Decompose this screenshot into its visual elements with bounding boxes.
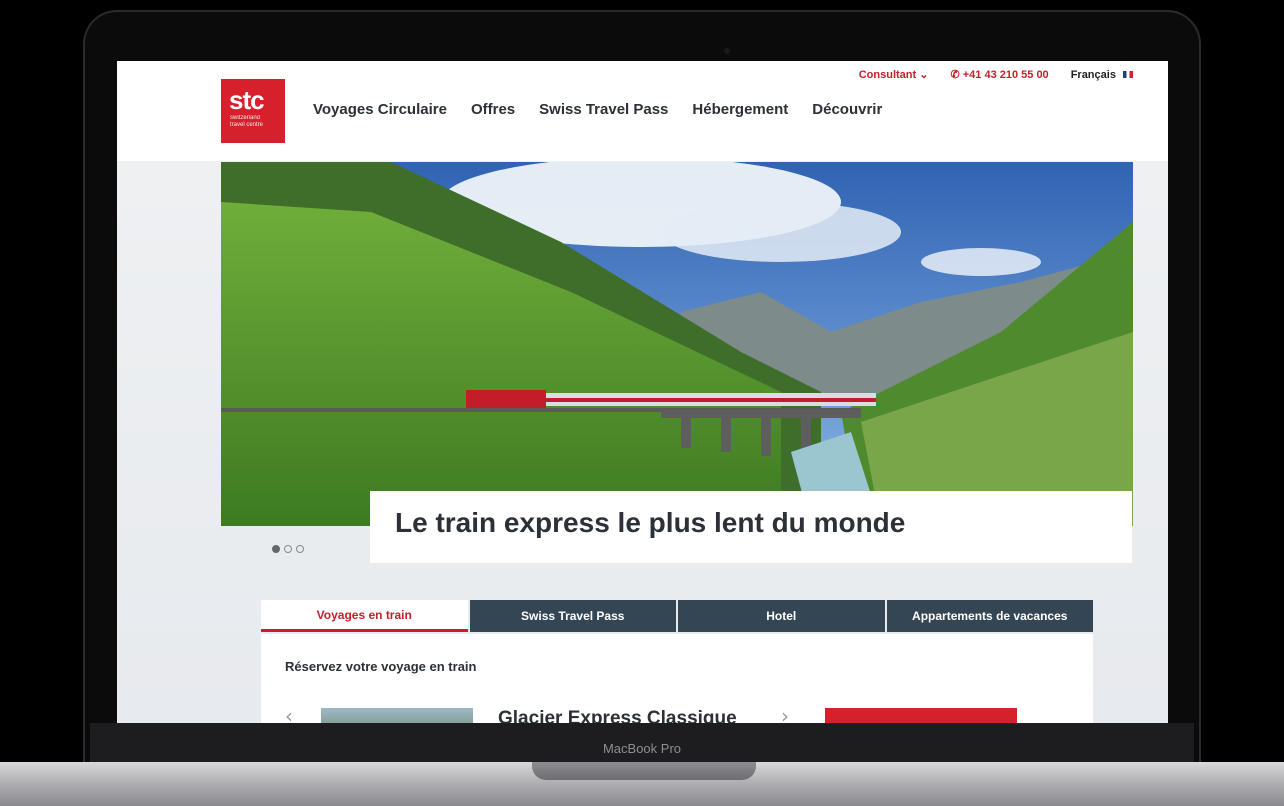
- laptop-notch: [532, 762, 756, 780]
- tab-appartements-de-vacances[interactable]: Appartements de vacances: [886, 600, 1093, 632]
- logo-text: stc: [229, 85, 265, 115]
- device-label: MacBook Pro: [602, 741, 682, 756]
- phone-icon: ✆: [950, 69, 960, 81]
- panel-title: Réservez votre voyage en train: [285, 659, 477, 674]
- consultant-menu[interactable]: Consultant ⌄: [859, 68, 929, 81]
- carousel-dots: [272, 545, 304, 553]
- hero-image: [221, 162, 1133, 526]
- laptop-chin: MacBook Pro: [90, 723, 1194, 763]
- logo-subtext: switzerland travel centre: [230, 115, 264, 128]
- trip-thumbnail[interactable]: [321, 708, 473, 723]
- tab-hotel[interactable]: Hotel: [678, 600, 885, 632]
- phone-link[interactable]: ✆ +41 43 210 55 00: [950, 68, 1048, 81]
- language-selector[interactable]: Français: [1071, 69, 1133, 81]
- tab-voyages-en-train[interactable]: Voyages en train: [261, 600, 468, 632]
- booking-tabs: Voyages en train Swiss Travel Pass Hotel…: [261, 600, 1093, 632]
- france-flag-icon: [1123, 71, 1133, 79]
- camera-icon: [724, 48, 730, 54]
- chevron-down-icon: ⌄: [919, 69, 929, 81]
- booking-panel: Réservez votre voyage en train ‹ Glacier…: [261, 634, 1093, 723]
- carousel-dot-3[interactable]: [296, 545, 304, 553]
- utility-bar: Consultant ⌄ ✆ +41 43 210 55 00 Français: [859, 68, 1133, 81]
- nav-item-swiss-travel-pass[interactable]: Swiss Travel Pass: [539, 101, 668, 118]
- nav-item-decouvrir[interactable]: Découvrir: [812, 101, 882, 118]
- hero-caption-box: Le train express le plus lent du monde: [370, 491, 1132, 563]
- nav-item-offres[interactable]: Offres: [471, 101, 515, 118]
- browser-screen: stc switzerland travel centre Consultant…: [117, 61, 1168, 723]
- chevron-left-icon[interactable]: ‹: [285, 704, 293, 723]
- book-button[interactable]: [825, 708, 1017, 723]
- stc-logo[interactable]: stc switzerland travel centre: [221, 79, 285, 143]
- tab-swiss-travel-pass[interactable]: Swiss Travel Pass: [469, 600, 676, 632]
- carousel-dot-2[interactable]: [284, 545, 292, 553]
- main-navigation: Voyages Circulaire Offres Swiss Travel P…: [313, 101, 882, 118]
- carousel-dot-1[interactable]: [272, 545, 280, 553]
- nav-item-hebergement[interactable]: Hébergement: [692, 101, 788, 118]
- trip-title[interactable]: Glacier Express Classique: [498, 708, 737, 723]
- hero-caption: Le train express le plus lent du monde: [395, 507, 906, 538]
- chevron-right-icon[interactable]: ›: [781, 704, 789, 723]
- nav-item-voyages-circulaire[interactable]: Voyages Circulaire: [313, 101, 447, 118]
